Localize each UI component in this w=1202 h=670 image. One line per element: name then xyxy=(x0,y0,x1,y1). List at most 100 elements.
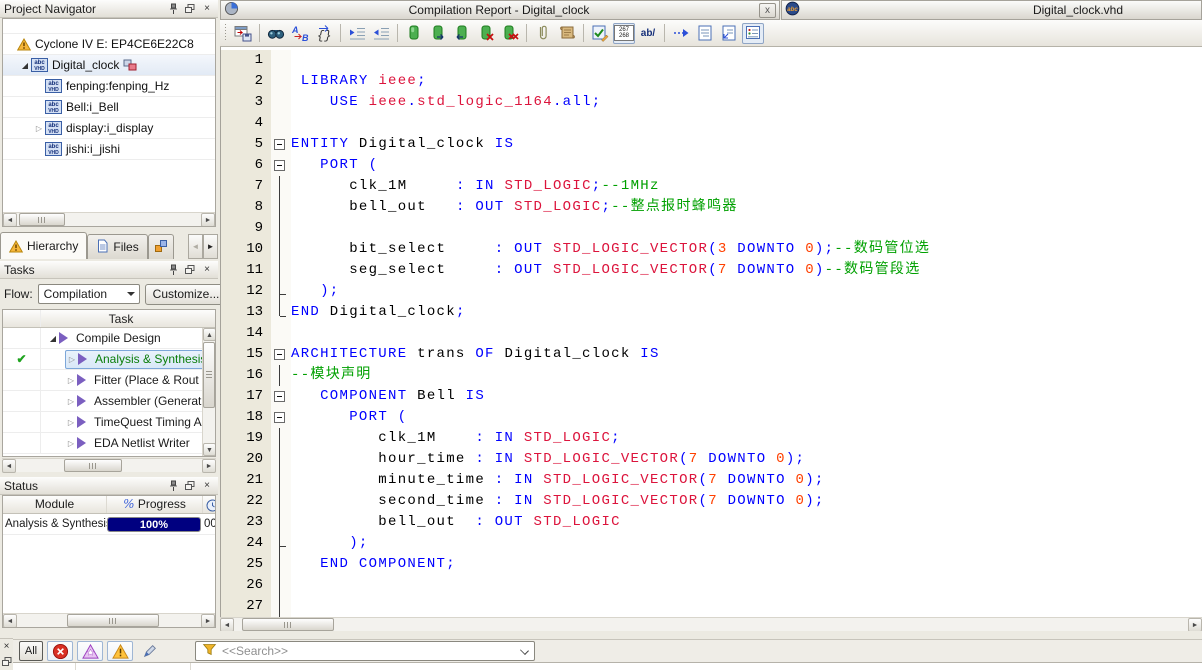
line-numbers-button[interactable]: 267268 xyxy=(613,23,635,44)
status-horizontal-scrollbar[interactable]: ◄ ► xyxy=(3,613,215,627)
code-line-23[interactable]: 23 bell_out : OUT STD_LOGIC xyxy=(221,512,1202,533)
code-line-21[interactable]: 21 minute_time : IN STD_LOGIC_VECTOR(7 D… xyxy=(221,470,1202,491)
message-search-box[interactable]: <<Search>> xyxy=(195,641,535,661)
code-line-19[interactable]: 19 clk_1M : IN STD_LOGIC; xyxy=(221,428,1202,449)
float-icon[interactable] xyxy=(183,479,197,492)
decrease-indent-button[interactable] xyxy=(370,23,392,44)
scroll-thumb[interactable] xyxy=(64,459,122,472)
tree-item-jishi-i-jishi[interactable]: abcVHDjishi:i_jishi xyxy=(3,139,215,160)
code-line-14[interactable]: 14 xyxy=(221,323,1202,344)
code-line-5[interactable]: 5ENTITY Digital_clock IS xyxy=(221,134,1202,155)
tree-item-cyclone-iv-e-ep4ce6e22c8[interactable]: Cyclone IV E: EP4CE6E22C8 xyxy=(3,34,215,55)
code-line-10[interactable]: 10 bit_select : OUT STD_LOGIC_VECTOR(3 D… xyxy=(221,239,1202,260)
go-to-transcript-button[interactable] xyxy=(670,23,692,44)
task-fitter-place-rout[interactable]: ▷Fitter (Place & Rout xyxy=(3,370,215,391)
code-line-11[interactable]: 11 seg_select : OUT STD_LOGIC_VECTOR(7 D… xyxy=(221,260,1202,281)
delete-all-bookmarks-button[interactable] xyxy=(499,23,521,44)
expander-expanded-icon[interactable]: ◢ xyxy=(47,334,59,343)
fold-collapse-icon[interactable] xyxy=(271,134,291,155)
editor-settings-button[interactable] xyxy=(742,23,764,44)
scroll-right-icon[interactable]: ► xyxy=(1188,618,1202,632)
code-line-27[interactable]: 27 xyxy=(221,596,1202,617)
tasks-horizontal-scrollbar[interactable]: ◄ ► xyxy=(2,458,216,472)
close-icon[interactable]: × xyxy=(0,640,14,653)
pin-icon[interactable] xyxy=(166,479,180,492)
code-line-26[interactable]: 26 xyxy=(221,575,1202,596)
code-line-1[interactable]: 1 xyxy=(221,50,1202,71)
code-line-25[interactable]: 25 END COMPONENT; xyxy=(221,554,1202,575)
code-line-2[interactable]: 2 LIBRARY ieee; xyxy=(221,71,1202,92)
code-line-3[interactable]: 3 USE ieee.std_logic_1164.all; xyxy=(221,92,1202,113)
word-wrap-button[interactable]: ab/ xyxy=(637,23,659,44)
code-line-18[interactable]: 18 PORT ( xyxy=(221,407,1202,428)
expander-collapsed-icon[interactable]: ▷ xyxy=(33,124,45,133)
scroll-thumb[interactable] xyxy=(67,614,159,627)
chevron-down-icon[interactable] xyxy=(520,646,529,655)
code-line-8[interactable]: 8 bell_out : OUT STD_LOGIC;--整点报时蜂鸣器 xyxy=(221,197,1202,218)
code-line-22[interactable]: 22 second_time : IN STD_LOGIC_VECTOR(7 D… xyxy=(221,491,1202,512)
fold-collapse-icon[interactable] xyxy=(271,344,291,365)
increase-indent-button[interactable] xyxy=(346,23,368,44)
expander-collapsed-icon[interactable]: ▷ xyxy=(66,355,78,364)
close-icon[interactable]: × xyxy=(200,2,214,15)
scroll-thumb[interactable] xyxy=(242,618,334,631)
code-line-6[interactable]: 6 PORT ( xyxy=(221,155,1202,176)
tab-scroll-left-icon[interactable]: ◄ xyxy=(188,234,203,259)
expander-collapsed-icon[interactable]: ▷ xyxy=(65,439,77,448)
filter-error-button[interactable] xyxy=(47,641,73,661)
filter-warning-button[interactable] xyxy=(107,641,133,661)
pin-icon[interactable] xyxy=(166,2,180,15)
open-script-button[interactable] xyxy=(556,23,578,44)
code-line-9[interactable]: 9 xyxy=(221,218,1202,239)
uncomment-lines-button[interactable] xyxy=(718,23,740,44)
insert-bookmark-button[interactable] xyxy=(403,23,425,44)
task-compile-design[interactable]: ◢Compile Design xyxy=(3,328,215,349)
tree-item-bell-i-bell[interactable]: abcVHDBell:i_Bell xyxy=(3,97,215,118)
float-icon[interactable] xyxy=(183,2,197,15)
scroll-thumb[interactable] xyxy=(203,342,215,408)
float-icon[interactable] xyxy=(183,263,197,276)
pin-icon[interactable] xyxy=(166,263,180,276)
comment-lines-button[interactable] xyxy=(694,23,716,44)
fold-collapse-icon[interactable] xyxy=(271,407,291,428)
tree-item-digital-clock[interactable]: ◢abcVHDDigital_clock xyxy=(3,55,215,76)
code-line-20[interactable]: 20 hour_time : IN STD_LOGIC_VECTOR(7 DOW… xyxy=(221,449,1202,470)
code-line-24[interactable]: 24 ); xyxy=(221,533,1202,554)
tab-hierarchy[interactable]: Hierarchy xyxy=(0,232,87,259)
scroll-up-icon[interactable]: ▲ xyxy=(203,328,216,341)
expander-collapsed-icon[interactable]: ▷ xyxy=(65,397,77,406)
code-line-15[interactable]: 15ARCHITECTURE trans OF Digital_clock IS xyxy=(221,344,1202,365)
float-icon[interactable] xyxy=(0,655,14,668)
expander-collapsed-icon[interactable]: ▷ xyxy=(65,376,77,385)
filter-flag-button[interactable] xyxy=(137,641,163,661)
fold-collapse-icon[interactable] xyxy=(271,155,291,176)
editor-horizontal-scrollbar[interactable]: ◄ ► xyxy=(220,617,1202,631)
tasks-vertical-scrollbar[interactable]: ▲ ▼ xyxy=(202,328,215,456)
code-line-13[interactable]: 13END Digital_clock; xyxy=(221,302,1202,323)
attach-button[interactable] xyxy=(532,23,554,44)
close-icon[interactable]: × xyxy=(200,479,214,492)
fold-collapse-icon[interactable] xyxy=(271,386,291,407)
close-icon[interactable]: x xyxy=(759,3,776,18)
code-editor[interactable]: 12 LIBRARY ieee;3 USE ieee.std_logic_116… xyxy=(220,47,1202,617)
scroll-left-icon[interactable]: ◄ xyxy=(3,213,17,227)
scroll-left-icon[interactable]: ◄ xyxy=(220,618,234,632)
filter-critical-warning-button[interactable] xyxy=(77,641,103,661)
tab-design-units[interactable] xyxy=(148,234,174,259)
scroll-right-icon[interactable]: ► xyxy=(201,213,215,227)
scroll-down-icon[interactable]: ▼ xyxy=(203,443,216,456)
tab-scroll-right-icon[interactable]: ► xyxy=(203,234,218,259)
task-assembler-generat[interactable]: ▷Assembler (Generat xyxy=(3,391,215,412)
code-line-12[interactable]: 12 ); xyxy=(221,281,1202,302)
replace-button[interactable]: AB xyxy=(289,23,311,44)
scroll-thumb[interactable] xyxy=(19,213,65,226)
expander-collapsed-icon[interactable]: ▷ xyxy=(65,418,77,427)
delete-bookmark-button[interactable] xyxy=(475,23,497,44)
previous-bookmark-button[interactable] xyxy=(451,23,473,44)
scroll-right-icon[interactable]: ► xyxy=(202,459,216,473)
tree-item-display-i-display[interactable]: ▷abcVHDdisplay:i_display xyxy=(3,118,215,139)
next-bookmark-button[interactable] xyxy=(427,23,449,44)
editor-window-titlebar[interactable]: abc Digital_clock.vhd xyxy=(781,0,1202,20)
flow-select[interactable]: Compilation xyxy=(38,284,140,304)
tree-item-fenping-fenping-hz[interactable]: abcVHDfenping:fenping_Hz xyxy=(3,76,215,97)
